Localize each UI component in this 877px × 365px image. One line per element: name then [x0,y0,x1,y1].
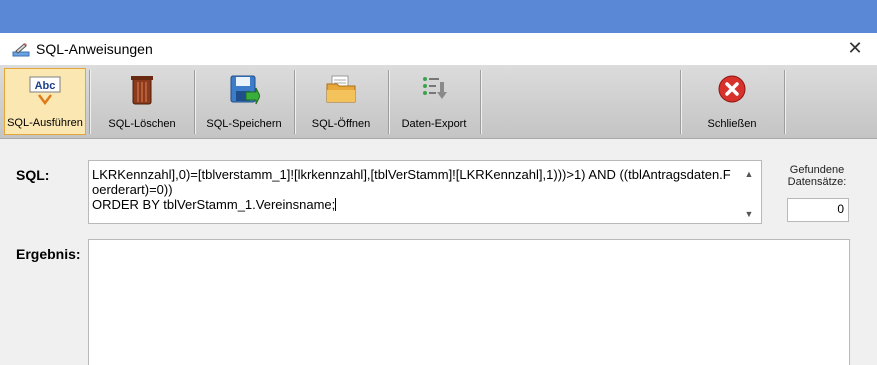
sql-execute-label: SQL-Ausführen [7,117,83,129]
sql-save-label: SQL-Speichern [206,118,282,130]
window-title: SQL-Anweisungen [36,41,153,57]
save-disk-icon [228,74,261,109]
sql-delete-label: SQL-Löschen [108,118,176,130]
toolbar-separator [480,70,481,134]
close-red-icon [717,74,747,107]
sql-save-button[interactable]: SQL-Speichern [196,68,292,135]
toolbar-separator [388,70,389,134]
open-folder-icon [325,74,357,107]
text-caret [335,198,337,211]
result-area[interactable] [88,239,850,365]
close-label: Schließen [707,118,757,130]
toolbar-separator [680,70,681,134]
toolbar-separator [194,70,195,134]
desktop-top-band [0,0,877,33]
found-records-field[interactable]: 0 [787,198,849,222]
toolbar-separator [294,70,295,134]
scroll-up-icon[interactable]: ▲ [743,169,755,179]
sql-label: SQL: [16,167,50,183]
export-list-icon [419,74,449,107]
sql-text: LKRKennzahl],0)=[tblverstamm_1]![lkrkenn… [92,167,731,212]
sql-open-button[interactable]: SQL-Öffnen [296,68,386,135]
result-label: Ergebnis: [16,246,81,262]
close-button[interactable]: Schließen [682,68,782,135]
sql-open-label: SQL-Öffnen [311,118,371,130]
toolbar-separator [89,70,90,134]
toolbar-separator [784,70,785,134]
trash-bin-icon [129,74,155,109]
window-close-button[interactable]: ✕ [845,36,865,60]
data-export-label: Daten-Export [401,118,467,130]
sql-execute-button[interactable]: Abc SQL-Ausführen [4,68,86,135]
scroll-down-icon[interactable]: ▼ [743,209,755,219]
sql-textarea[interactable]: LKRKennzahl],0)=[tblverstamm_1]![lkrkenn… [88,160,762,224]
sql-window-icon [12,42,30,58]
found-records-label: Gefundene Datensätze: [787,164,847,188]
abc-spellcheck-icon: Abc [28,75,62,108]
data-export-button[interactable]: Daten-Export [390,68,478,135]
svg-text:Abc: Abc [35,80,56,92]
sql-delete-button[interactable]: SQL-Löschen [92,68,192,135]
